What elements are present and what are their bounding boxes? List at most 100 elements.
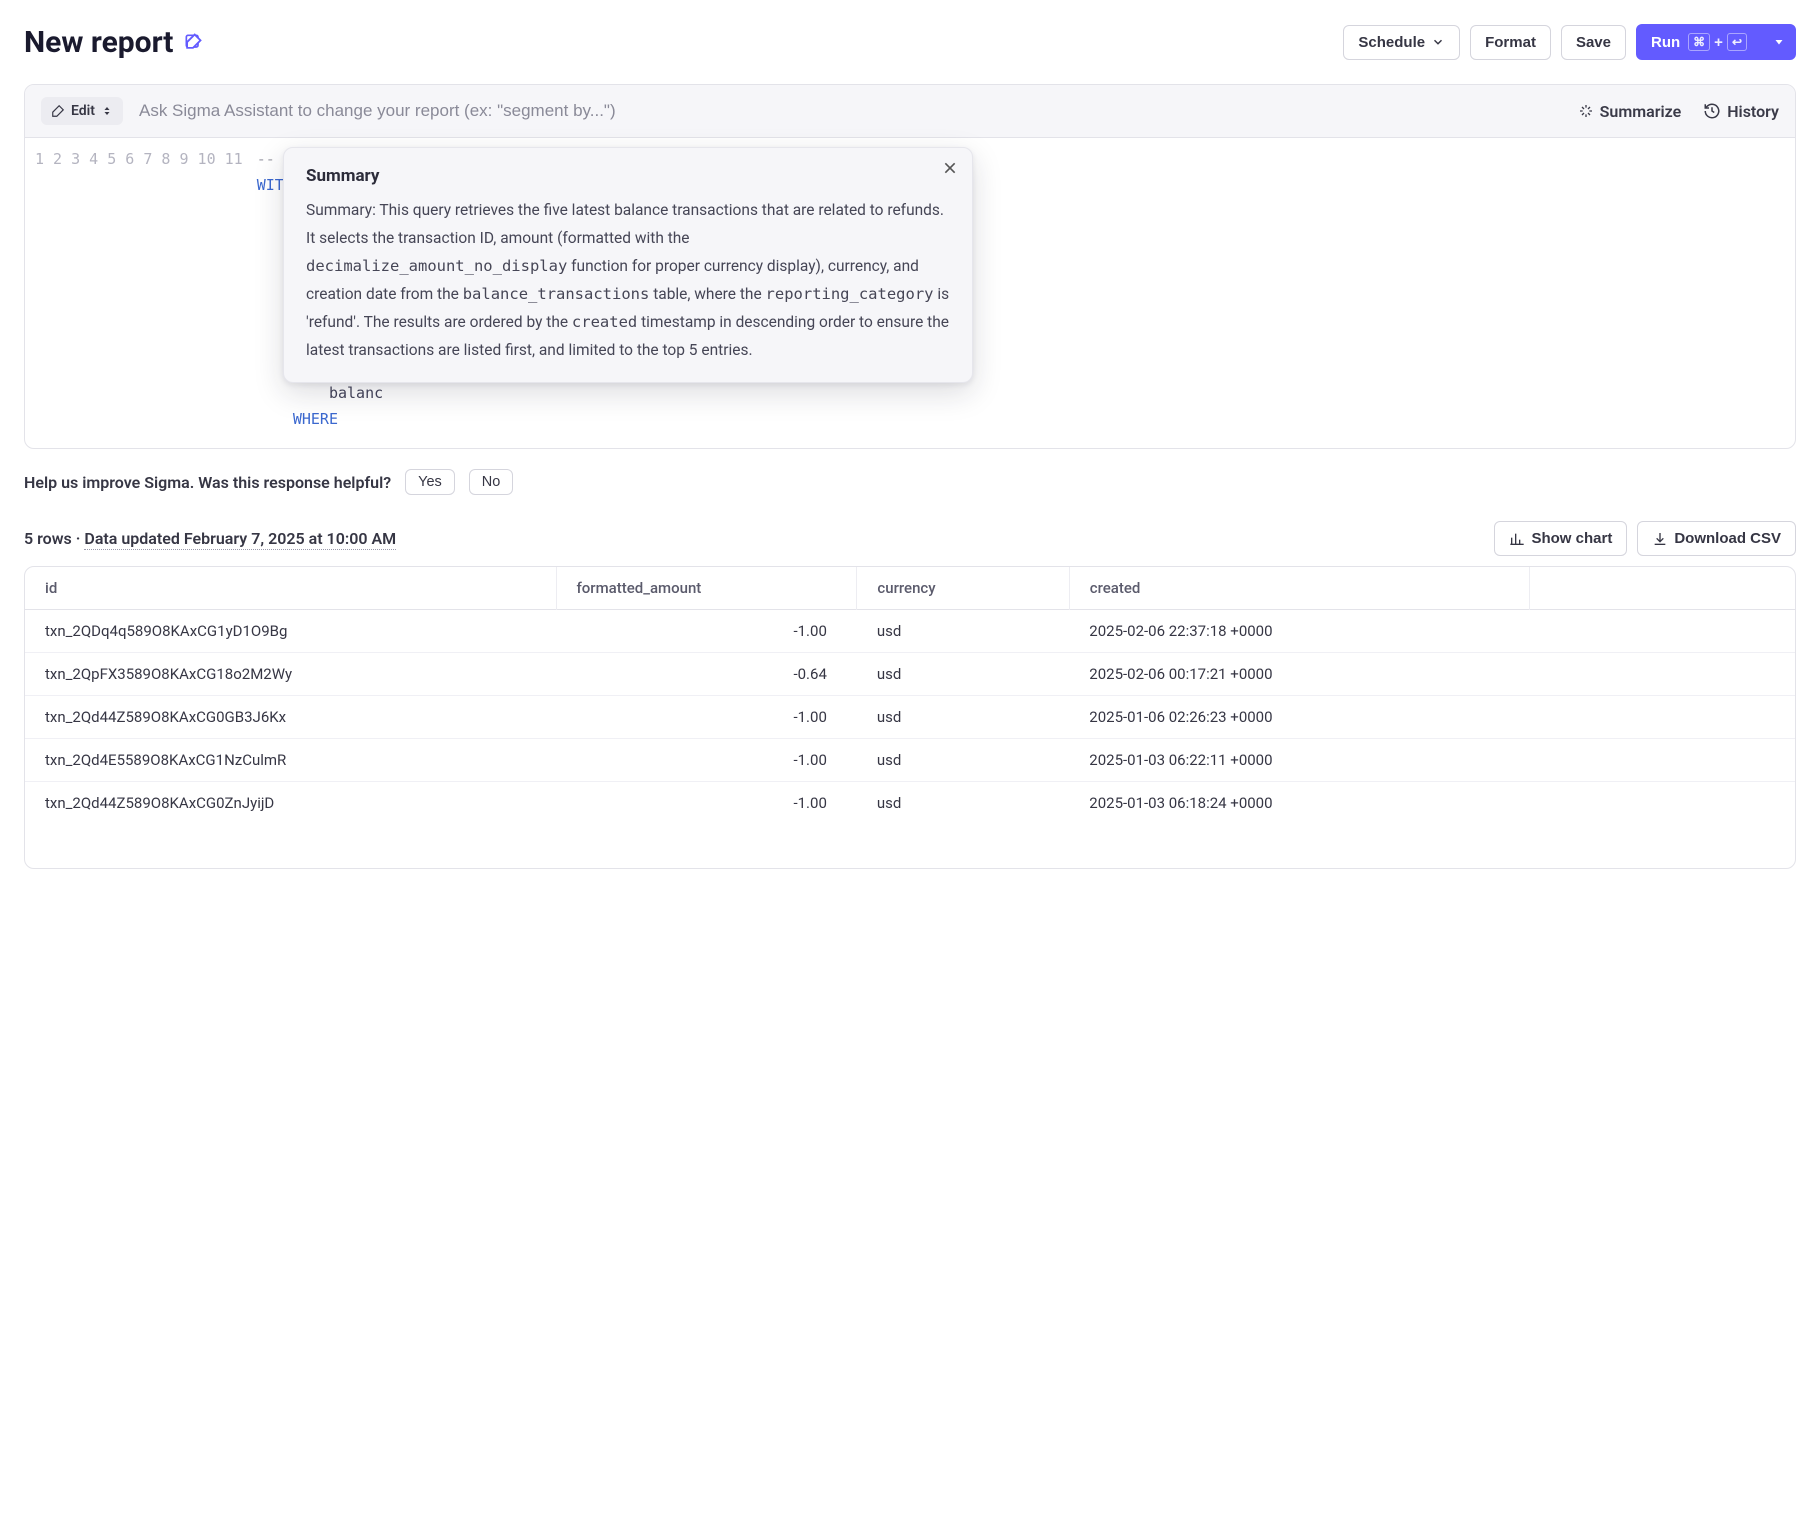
caret-down-icon <box>1773 36 1785 48</box>
cell-created: 2025-02-06 22:37:18 +0000 <box>1069 610 1529 653</box>
cell-currency: usd <box>857 610 1069 653</box>
results-table: id formatted_amount currency created txn… <box>25 567 1795 824</box>
feedback-row: Help us improve Sigma. Was this response… <box>24 469 1796 495</box>
cell-amount: -1.00 <box>556 782 857 825</box>
summarize-button[interactable]: Summarize <box>1578 102 1682 121</box>
schedule-label: Schedule <box>1358 34 1425 51</box>
summary-popover: Summary Summary: This query retrieves th… <box>283 147 973 383</box>
editor-card: Edit Summarize Hist <box>24 84 1796 449</box>
run-button[interactable]: Run ⌘ + ↩ <box>1636 24 1762 60</box>
summary-text-3: table, where the <box>649 285 765 303</box>
summary-code-3: reporting_category <box>766 285 934 303</box>
schedule-button[interactable]: Schedule <box>1343 25 1460 60</box>
cell-extra <box>1529 782 1795 825</box>
summary-body: Summary: This query retrieves the five l… <box>306 196 950 364</box>
cmd-key-icon: ⌘ <box>1688 33 1710 51</box>
results-header: 5 rows · Data updated February 7, 2025 a… <box>24 521 1796 556</box>
show-chart-label: Show chart <box>1531 530 1612 547</box>
cell-id: txn_2Qd4E5589O8KAxCG1NzCulmR <box>25 739 556 782</box>
table-row[interactable]: txn_2Qd44Z589O8KAxCG0ZnJyijD-1.00usd2025… <box>25 782 1795 825</box>
feedback-prompt: Help us improve Sigma. Was this response… <box>24 473 391 492</box>
table-row[interactable]: txn_2Qd44Z589O8KAxCG0GB3J6Kx-1.00usd2025… <box>25 696 1795 739</box>
cell-created: 2025-01-03 06:18:24 +0000 <box>1069 782 1529 825</box>
header-actions: Schedule Format Save Run ⌘ + ↩ <box>1343 24 1796 60</box>
cell-currency: usd <box>857 653 1069 696</box>
history-icon <box>1703 102 1721 120</box>
cell-currency: usd <box>857 696 1069 739</box>
summary-title: Summary <box>306 166 950 186</box>
editor-toolbar: Edit Summarize Hist <box>25 85 1795 138</box>
format-label: Format <box>1485 34 1536 51</box>
feedback-no-button[interactable]: No <box>469 469 514 495</box>
sort-icon <box>101 105 113 117</box>
show-chart-button[interactable]: Show chart <box>1494 521 1627 556</box>
plus-text: + <box>1714 34 1723 51</box>
table-footer <box>25 824 1795 868</box>
row-count: 5 rows <box>24 529 72 548</box>
cell-currency: usd <box>857 739 1069 782</box>
cell-amount: -0.64 <box>556 653 857 696</box>
cell-id: txn_2QpFX3589O8KAxCG18o2M2Wy <box>25 653 556 696</box>
table-row[interactable]: txn_2QDq4q589O8KAxCG1yD1O9Bg-1.00usd2025… <box>25 610 1795 653</box>
summarize-label: Summarize <box>1600 102 1682 121</box>
table-row[interactable]: txn_2Qd4E5589O8KAxCG1NzCulmR-1.00usd2025… <box>25 739 1795 782</box>
format-button[interactable]: Format <box>1470 25 1551 60</box>
th-created[interactable]: created <box>1069 567 1529 610</box>
cell-extra <box>1529 739 1795 782</box>
summary-code-2: balance_transactions <box>463 285 650 303</box>
summary-text-1: Summary: This query retrieves the five l… <box>306 201 944 247</box>
cell-created: 2025-02-06 00:17:21 +0000 <box>1069 653 1529 696</box>
th-extra[interactable] <box>1529 567 1795 610</box>
line-gutter: 1 2 3 4 5 6 7 8 9 10 11 <box>25 146 257 438</box>
page-title: New report <box>24 25 173 60</box>
th-id[interactable]: id <box>25 567 556 610</box>
cell-created: 2025-01-03 06:22:11 +0000 <box>1069 739 1529 782</box>
save-button[interactable]: Save <box>1561 25 1626 60</box>
cell-amount: -1.00 <box>556 610 857 653</box>
chart-icon <box>1509 531 1525 547</box>
history-label: History <box>1727 102 1779 121</box>
title-wrap: New report <box>24 25 203 60</box>
cell-id: txn_2Qd44Z589O8KAxCG0ZnJyijD <box>25 782 556 825</box>
toolbar-right: Summarize History <box>1578 102 1779 121</box>
feedback-yes-button[interactable]: Yes <box>405 469 455 495</box>
enter-key-icon: ↩ <box>1727 33 1747 51</box>
run-more-button[interactable] <box>1762 24 1796 60</box>
meta-sep: · <box>72 529 85 548</box>
sparkle-icon <box>1578 103 1594 119</box>
assistant-input[interactable] <box>139 101 1562 121</box>
close-icon[interactable] <box>942 160 958 176</box>
code-line-10: balanc <box>329 384 383 402</box>
run-shortcut: ⌘ + ↩ <box>1688 33 1747 51</box>
table-body: txn_2QDq4q589O8KAxCG1yD1O9Bg-1.00usd2025… <box>25 610 1795 825</box>
chevron-down-icon <box>1431 35 1445 49</box>
results-table-wrap: id formatted_amount currency created txn… <box>24 566 1796 869</box>
pencil-icon <box>51 104 65 118</box>
cell-amount: -1.00 <box>556 739 857 782</box>
run-button-group: Run ⌘ + ↩ <box>1636 24 1796 60</box>
history-button[interactable]: History <box>1703 102 1779 121</box>
cell-currency: usd <box>857 782 1069 825</box>
th-currency[interactable]: currency <box>857 567 1069 610</box>
download-csv-label: Download CSV <box>1674 530 1781 547</box>
edit-label: Edit <box>71 103 95 119</box>
download-csv-button[interactable]: Download CSV <box>1637 521 1796 556</box>
table-header-row: id formatted_amount currency created <box>25 567 1795 610</box>
results-actions: Show chart Download CSV <box>1494 521 1796 556</box>
cell-extra <box>1529 653 1795 696</box>
th-amount[interactable]: formatted_amount <box>556 567 857 610</box>
summary-code-1: decimalize_amount_no_display <box>306 257 567 275</box>
data-updated[interactable]: Data updated February 7, 2025 at 10:00 A… <box>84 529 396 550</box>
cell-extra <box>1529 696 1795 739</box>
cell-id: txn_2Qd44Z589O8KAxCG0GB3J6Kx <box>25 696 556 739</box>
code-line-11: WHERE <box>293 410 338 428</box>
run-label: Run <box>1651 34 1680 51</box>
save-label: Save <box>1576 34 1611 51</box>
download-icon <box>1652 531 1668 547</box>
table-row[interactable]: txn_2QpFX3589O8KAxCG18o2M2Wy-0.64usd2025… <box>25 653 1795 696</box>
edit-title-icon[interactable] <box>183 32 203 52</box>
edit-mode-pill[interactable]: Edit <box>41 97 123 125</box>
cell-extra <box>1529 610 1795 653</box>
results-meta: 5 rows · Data updated February 7, 2025 a… <box>24 529 396 548</box>
cell-created: 2025-01-06 02:26:23 +0000 <box>1069 696 1529 739</box>
